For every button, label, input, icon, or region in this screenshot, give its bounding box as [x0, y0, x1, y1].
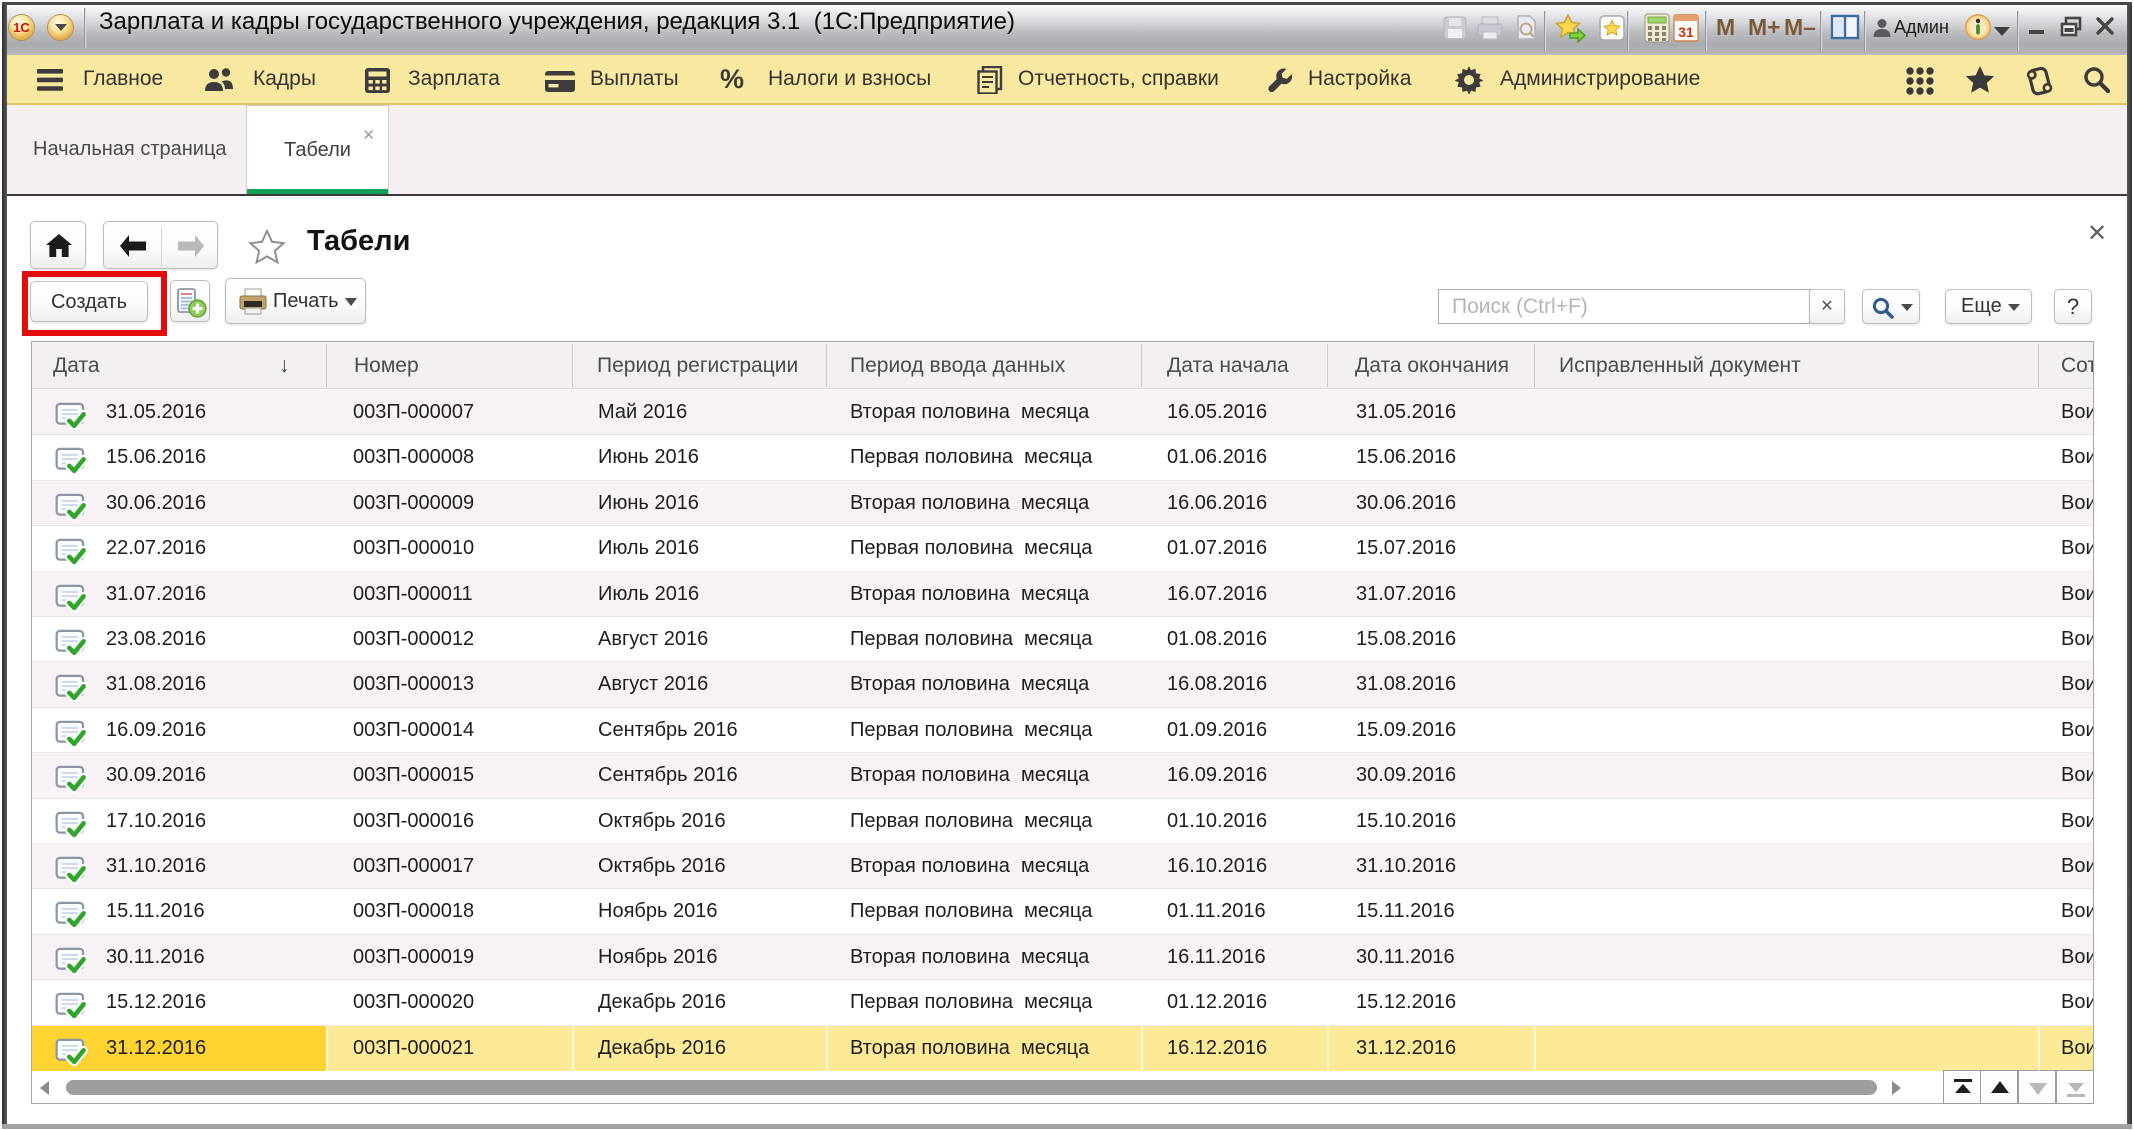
svg-text:31: 31: [1678, 24, 1694, 40]
